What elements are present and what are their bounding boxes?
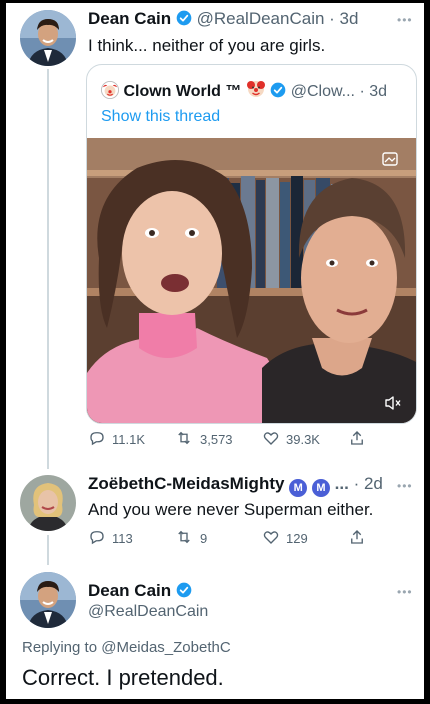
clown-icon — [246, 79, 266, 104]
reply-count: 11.1K — [112, 432, 146, 447]
author-handle[interactable]: @RealDeanCain — [88, 603, 208, 621]
reply-button[interactable]: 113 — [88, 528, 133, 549]
reply-icon — [88, 429, 106, 450]
quote-time[interactable]: · 3d — [359, 83, 387, 100]
retweet-count: 3,573 — [200, 432, 233, 447]
clown-icon — [101, 81, 119, 104]
replying-to: Replying to @Meidas_ZobethC — [22, 639, 231, 656]
embedded-video[interactable] — [87, 138, 416, 423]
like-button[interactable]: 39.3K — [262, 429, 320, 450]
more-icon[interactable]: ••• — [397, 13, 413, 27]
replying-to-label: Replying to — [22, 639, 102, 656]
retweet-icon — [174, 528, 194, 549]
dean-cain-avatar[interactable] — [20, 10, 76, 66]
show-thread-link[interactable]: Show this thread — [101, 108, 220, 126]
handle-ellipsis: ... — [334, 474, 349, 493]
reply-icon — [88, 528, 106, 549]
quoted-tweet[interactable]: Clown World ™ @Clow... · 3d Show this th… — [86, 64, 417, 424]
verified-badge-icon — [176, 582, 192, 603]
meidas-badge: M — [311, 479, 330, 497]
like-count: 39.3K — [286, 432, 320, 447]
quote-author-name[interactable]: Clown World ™ — [123, 83, 241, 100]
tweet-thread: Dean Cain @RealDeanCain · 3d ••• I think… — [6, 3, 424, 699]
replying-to-mention[interactable]: @Meidas_ZobethC — [101, 639, 230, 656]
share-icon — [348, 528, 366, 549]
meidas-badge: M — [289, 479, 308, 497]
author-handle[interactable]: @RealDeanCain — [197, 9, 325, 28]
verified-badge-icon — [176, 10, 192, 31]
share-button[interactable] — [348, 429, 366, 450]
author-name[interactable]: Dean Cain — [88, 9, 171, 28]
author-name[interactable]: ZoëbethC-MeidasMighty — [88, 474, 284, 493]
share-button[interactable] — [348, 528, 366, 549]
dean-cain-avatar[interactable] — [20, 572, 76, 628]
thread-line — [47, 69, 49, 469]
quote-author-handle[interactable]: @Clow... — [291, 83, 355, 100]
like-button[interactable]: 129 — [262, 528, 308, 549]
tweet-text: And you were never Superman either. — [88, 500, 374, 519]
author-name[interactable]: Dean Cain — [88, 581, 171, 600]
tweet-text: I think... neither of you are girls. — [88, 36, 326, 55]
like-icon — [262, 528, 280, 549]
media-icon[interactable] — [382, 152, 398, 171]
tweet-time[interactable]: · 2d — [354, 474, 383, 493]
retweet-icon — [174, 429, 194, 450]
reply-count: 113 — [112, 531, 133, 546]
more-icon[interactable]: ••• — [397, 585, 413, 599]
reply-button[interactable]: 11.1K — [88, 429, 145, 450]
retweet-button[interactable]: 3,573 — [174, 429, 233, 450]
retweet-count: 9 — [200, 531, 208, 546]
more-icon[interactable]: ••• — [397, 479, 413, 493]
tweet-text: Correct. I pretended. — [22, 665, 224, 690]
mute-icon[interactable] — [384, 395, 402, 416]
like-icon — [262, 429, 280, 450]
verified-badge-icon — [270, 82, 286, 103]
zoebeth-avatar[interactable] — [20, 475, 76, 531]
retweet-button[interactable]: 9 — [174, 528, 207, 549]
share-icon — [348, 429, 366, 450]
like-count: 129 — [286, 531, 308, 546]
tweet-time[interactable]: · 3d — [329, 9, 358, 28]
